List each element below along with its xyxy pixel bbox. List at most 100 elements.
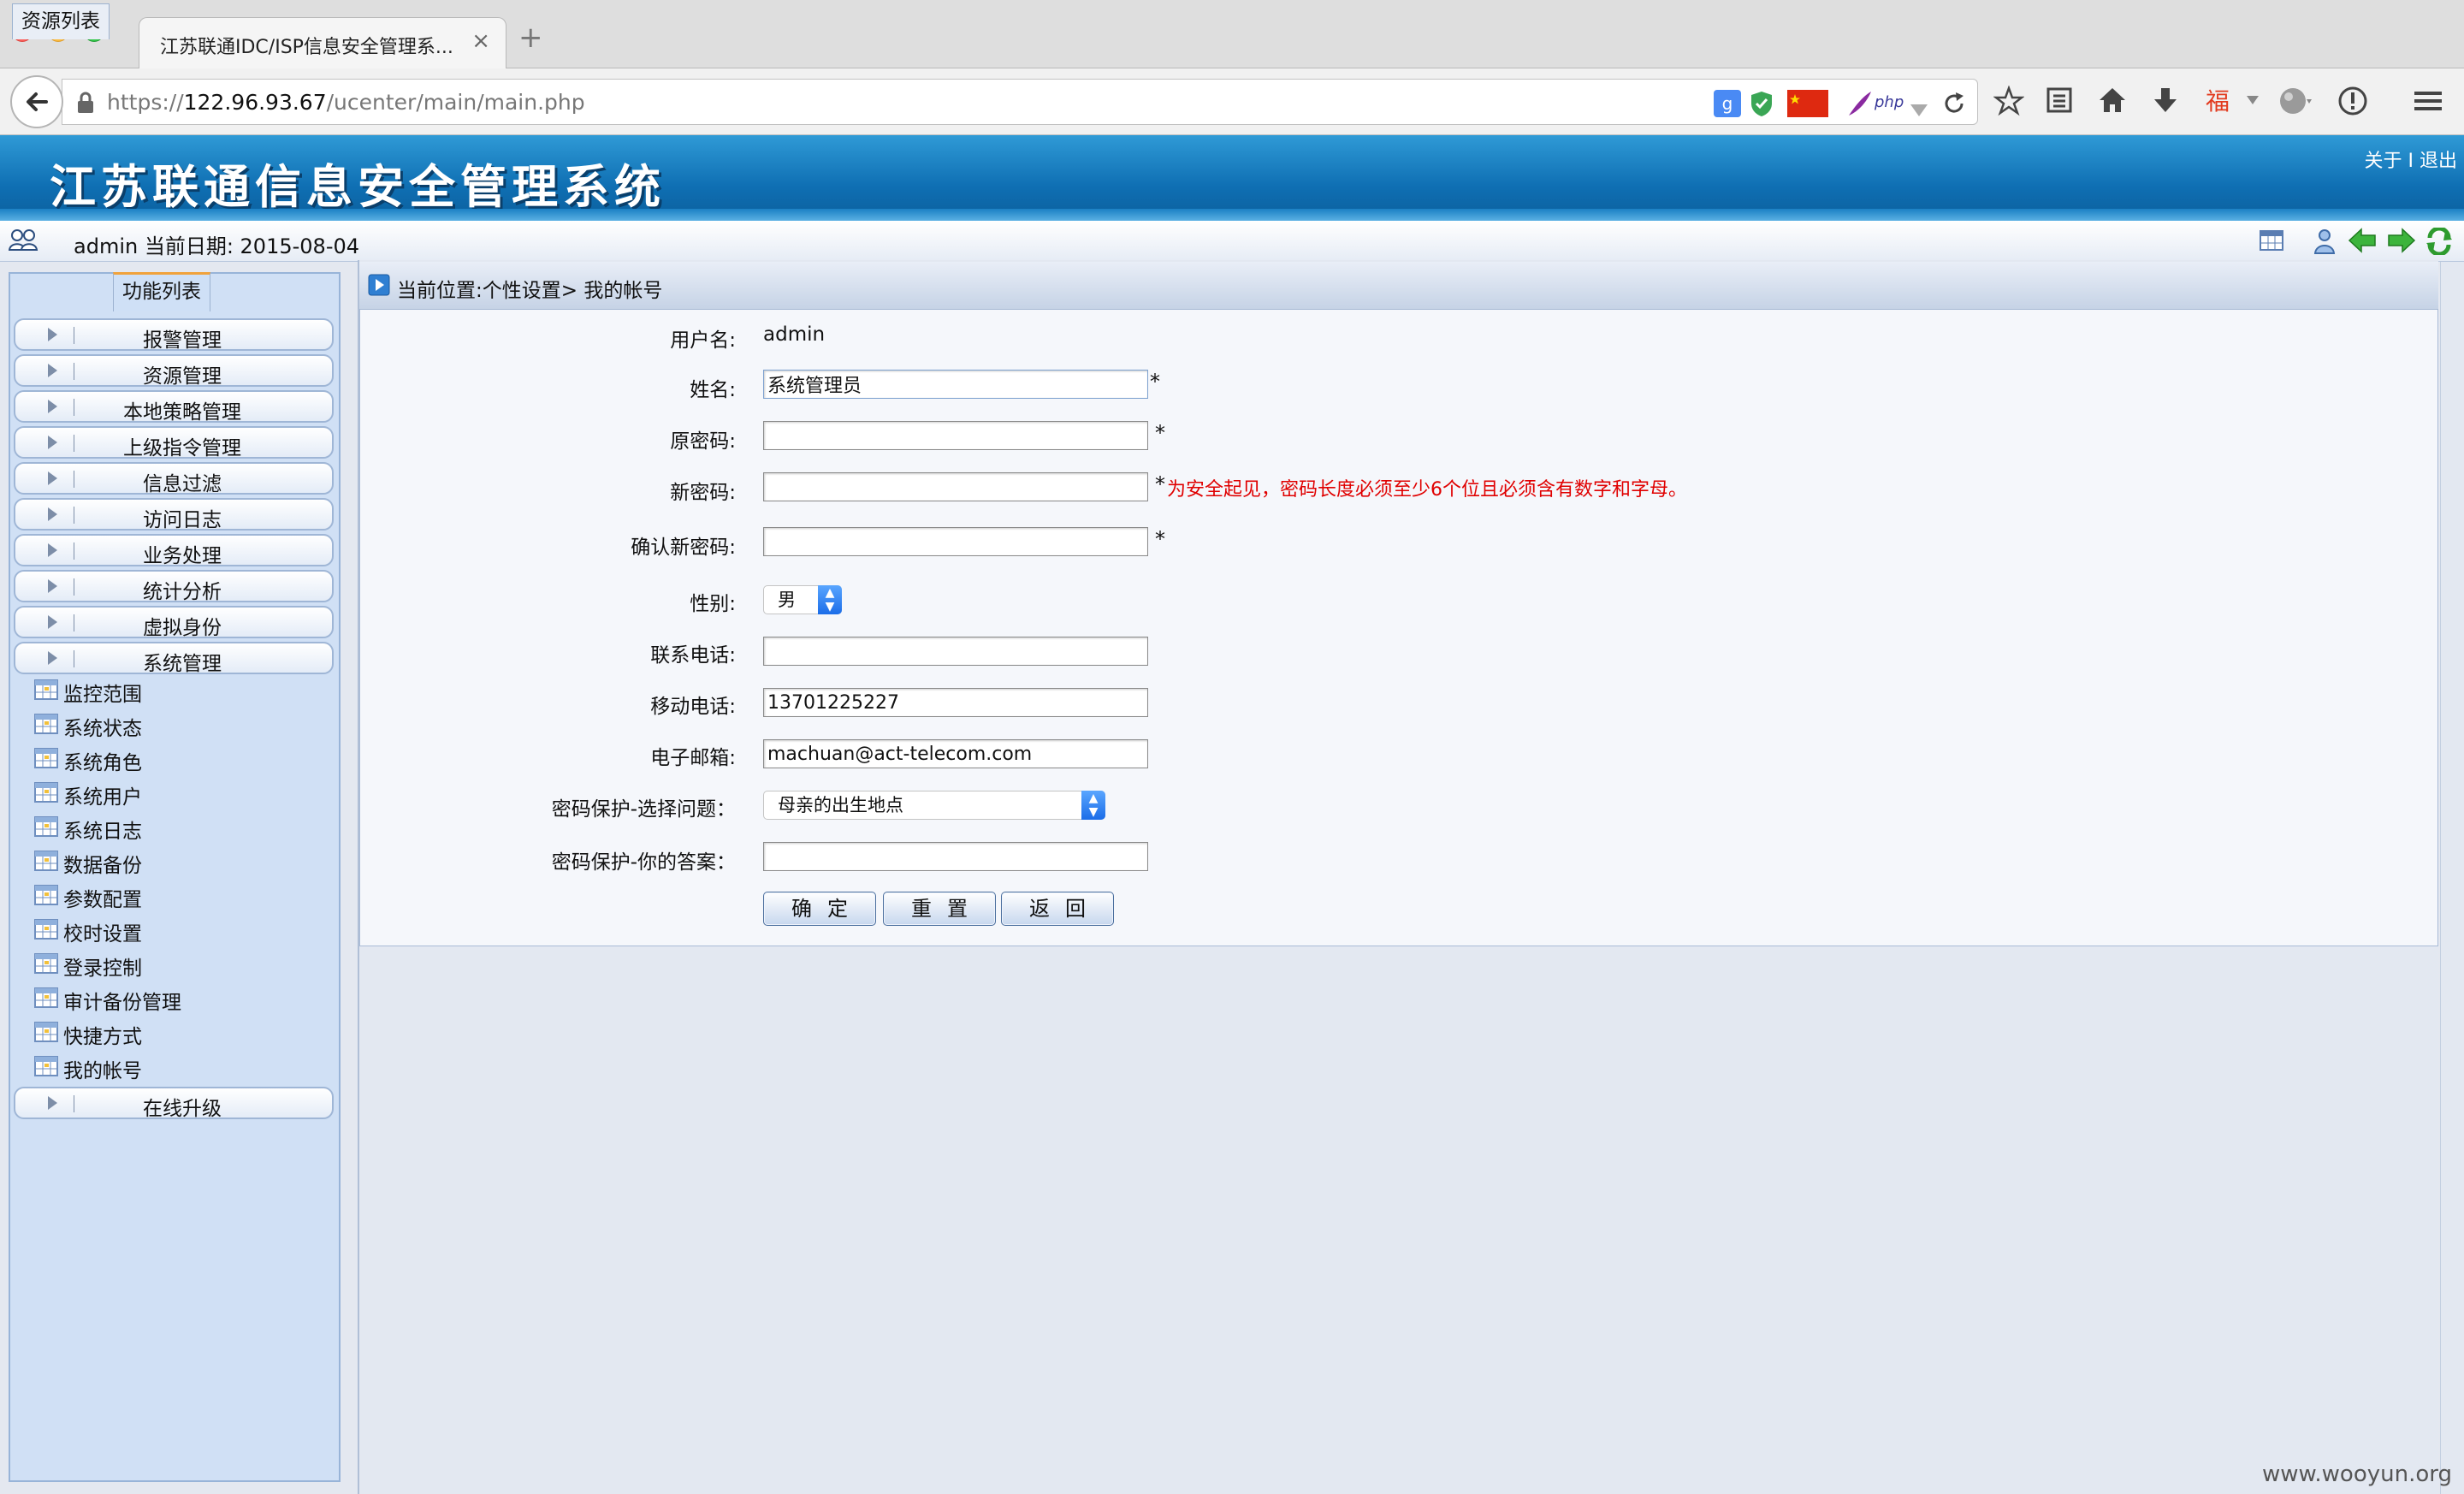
password-hint: 为安全起见，密码长度必须至少6个位且必须含有数字和字母。 — [1167, 479, 1687, 501]
return-button[interactable]: 返回 — [1001, 892, 1114, 926]
china-flag-icon[interactable] — [1787, 90, 1828, 117]
security-question-value: 母亲的出生地点 — [778, 795, 903, 815]
svg-text:福: 福 — [2206, 87, 2230, 116]
sidebar-group-7[interactable]: 统计分析 — [14, 570, 334, 603]
table-grid-icon — [34, 679, 58, 700]
gender-select[interactable]: 男 ▲ ▼ — [763, 585, 842, 614]
new-tab-button[interactable]: + — [518, 21, 543, 55]
breadcrumb-arrow-icon — [368, 274, 390, 296]
sidebar-item-label: 参数配置 — [63, 889, 142, 911]
google-addon-icon[interactable]: g — [1714, 90, 1741, 117]
url-text: https://122.96.93.67/ucenter/main/main.p… — [107, 90, 585, 115]
shield-addon-icon[interactable] — [1750, 90, 1774, 117]
gender-select-value: 男 — [778, 590, 796, 610]
old-password-label: 原密码: — [670, 430, 736, 453]
sidebar-group-9[interactable]: 系统管理 — [14, 642, 334, 675]
name-input[interactable] — [763, 370, 1148, 399]
address-bar[interactable]: https://122.96.93.67/ucenter/main/main.p… — [62, 79, 1978, 125]
table-grid-icon — [34, 1056, 58, 1076]
watermark: www.wooyun.org — [2261, 1461, 2452, 1487]
calendar-grid-icon[interactable] — [2259, 228, 2284, 253]
back-arrow-icon — [27, 92, 48, 111]
sidebar-group-label: 业务处理 — [143, 545, 222, 567]
home-icon[interactable] — [2098, 86, 2127, 115]
download-icon[interactable] — [2151, 86, 2180, 115]
security-question-label: 密码保护-选择问题： — [551, 798, 736, 821]
sidebar-group-2[interactable]: 本地策略管理 — [14, 390, 334, 424]
reset-button[interactable]: 重置 — [883, 892, 996, 926]
phone-input[interactable] — [763, 637, 1148, 666]
refresh-green-icon[interactable] — [2425, 228, 2454, 255]
globe-addon-icon[interactable] — [2277, 86, 2312, 116]
sidebar-group-8[interactable]: 虚拟身份 — [14, 606, 334, 639]
logout-link[interactable]: 退出 — [2420, 151, 2457, 172]
sidebar-group-4[interactable]: 信息过滤 — [14, 462, 334, 495]
name-label: 姓名: — [690, 379, 736, 401]
menu-hamburger-icon[interactable] — [2413, 86, 2443, 116]
fu-addon-icon[interactable]: 福 — [2202, 86, 2235, 116]
dropdown-arrow-icon[interactable] — [1910, 97, 1928, 124]
username-label: 用户名: — [670, 329, 736, 352]
user-date-text: admin 当前日期: 2015-08-04 — [74, 234, 360, 258]
info-icon[interactable] — [2337, 86, 2368, 116]
table-grid-icon — [34, 953, 58, 974]
sidebar-group-label: 信息过滤 — [143, 473, 222, 495]
sidebar-item-label: 数据备份 — [63, 855, 142, 877]
user-info-bar: admin 当前日期: 2015-08-04 — [0, 221, 2464, 262]
user-profile-icon[interactable] — [2313, 228, 2336, 255]
browser-tab-bar: 江苏联通IDC/ISP信息安全管理系... × + — [0, 0, 2464, 68]
sidebar-item-label: 系统用户 — [63, 786, 142, 809]
confirm-password-input[interactable] — [763, 527, 1148, 556]
reading-list-icon[interactable] — [2045, 86, 2074, 115]
sidebar-item-label: 系统状态 — [63, 718, 142, 740]
gender-label: 性别: — [690, 593, 736, 615]
table-grid-icon — [34, 782, 58, 803]
sidebar-group-label: 在线升级 — [143, 1098, 222, 1120]
back-green-arrow-icon[interactable] — [2348, 228, 2377, 253]
users-icon — [9, 229, 38, 251]
lock-icon — [78, 92, 93, 113]
phone-label: 联系电话: — [650, 644, 736, 667]
new-password-label: 新密码: — [670, 482, 736, 504]
app-header: 江苏联通信息安全管理系统 关于 I 退出 — [0, 135, 2464, 221]
sidebar-group-1[interactable]: 资源管理 — [14, 354, 334, 388]
php-addon-label[interactable]: php — [1875, 93, 1904, 121]
required-mark: * — [1155, 472, 1165, 496]
fu-dropdown-icon[interactable] — [2247, 96, 2259, 104]
confirm-button[interactable]: 确定 — [763, 892, 876, 926]
sidebar-item-label: 系统角色 — [63, 752, 142, 774]
required-mark: * — [1155, 421, 1165, 445]
security-question-select[interactable]: 母亲的出生地点 ▲ ▼ — [763, 791, 1105, 820]
sidebar-item-label: 审计备份管理 — [63, 992, 181, 1014]
right-scroll-track[interactable] — [2440, 262, 2464, 1494]
tab-resource-list[interactable]: 资源列表 — [12, 3, 110, 39]
tab-function-list[interactable]: 功能列表 — [113, 272, 210, 311]
security-answer-label: 密码保护-你的答案： — [551, 851, 736, 874]
breadcrumb: 当前位置:个性设置> 我的帐号 — [359, 262, 2438, 310]
sidebar-group-3[interactable]: 上级指令管理 — [14, 426, 334, 459]
header-links: 关于 I 退出 — [2364, 145, 2457, 173]
feather-addon-icon[interactable] — [1847, 90, 1873, 117]
reload-icon[interactable] — [1941, 90, 1967, 117]
back-button[interactable] — [10, 75, 63, 128]
mobile-input[interactable] — [763, 688, 1148, 717]
browser-nav-bar: https://122.96.93.67/ucenter/main/main.p… — [0, 68, 2464, 135]
sidebar-item-label: 校时设置 — [63, 923, 142, 946]
bookmark-star-icon[interactable] — [1993, 86, 2024, 116]
security-answer-input[interactable] — [763, 842, 1148, 871]
forward-green-arrow-icon[interactable] — [2387, 228, 2416, 253]
old-password-input[interactable] — [763, 421, 1148, 450]
app-title: 江苏联通信息安全管理系统 — [50, 159, 666, 214]
sidebar-item-label: 登录控制 — [63, 957, 142, 980]
sidebar-group-5[interactable]: 访问日志 — [14, 498, 334, 531]
sidebar-group-label: 上级指令管理 — [123, 437, 241, 459]
email-input[interactable] — [763, 739, 1148, 768]
sidebar-group-0[interactable]: 报警管理 — [14, 318, 334, 352]
sidebar-group-6[interactable]: 业务处理 — [14, 534, 334, 567]
new-password-input[interactable] — [763, 472, 1148, 501]
browser-tab[interactable]: 江苏联通IDC/ISP信息安全管理系... × — [139, 17, 506, 68]
tab-close-icon[interactable]: × — [471, 28, 490, 54]
about-link[interactable]: 关于 — [2364, 151, 2402, 172]
sidebar-group-online-upgrade[interactable]: 在线升级 — [14, 1087, 334, 1120]
sidebar-group-label: 访问日志 — [143, 509, 222, 531]
